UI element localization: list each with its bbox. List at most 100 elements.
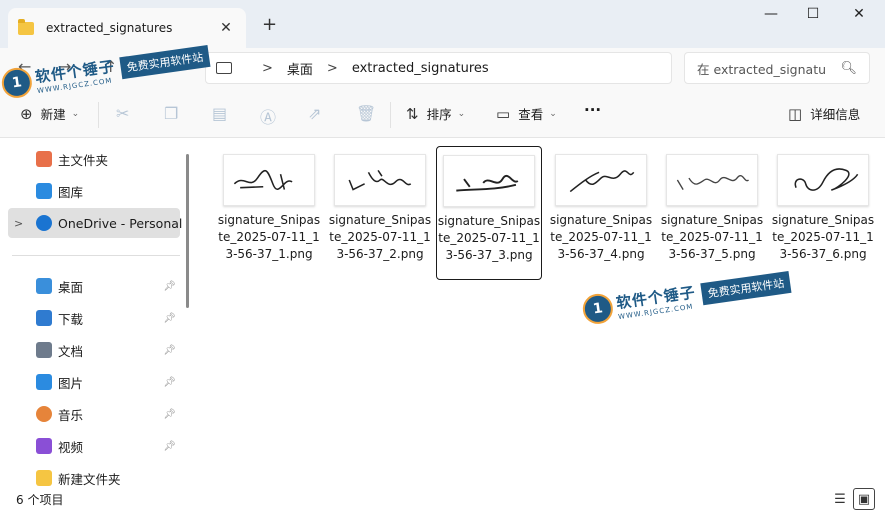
file-item[interactable]: signature_Snipaste_2025-07-11_13-56-37_6… xyxy=(770,146,876,280)
pictures-icon xyxy=(36,374,52,390)
chevron-down-icon: ⌄ xyxy=(549,108,557,119)
sidebar-item-music[interactable]: 音乐 📌︎ xyxy=(8,399,180,429)
gallery-icon xyxy=(36,183,52,199)
view-icon: ▭ xyxy=(496,104,511,123)
sidebar-item-label: 主文件夹 xyxy=(58,152,109,168)
address-input[interactable]: > 桌面 > extracted_signatures xyxy=(205,52,672,84)
thumbnail-view-button[interactable]: ▣ xyxy=(853,488,875,510)
search-input[interactable]: 在 extracted_signatu 🔍︎ xyxy=(684,52,870,84)
close-window-button[interactable]: ✕ xyxy=(839,6,879,28)
chevron-right-icon[interactable]: > xyxy=(14,217,23,230)
copy-icon[interactable]: ❐ xyxy=(164,104,178,123)
music-icon xyxy=(36,406,52,422)
pin-icon[interactable]: 📌︎ xyxy=(163,409,176,420)
file-list: signature_Snipaste_2025-07-11_13-56-37_1… xyxy=(196,138,885,488)
image-thumbnail xyxy=(777,154,869,206)
more-options-button[interactable]: ··· xyxy=(584,101,601,119)
pin-icon[interactable]: 📌︎ xyxy=(163,313,176,324)
paste-icon[interactable]: ▤ xyxy=(212,104,227,123)
file-name: signature_Snipaste_2025-07-11_13-56-37_2… xyxy=(328,213,432,261)
folder-icon xyxy=(36,470,52,486)
share-icon[interactable]: ⇗ xyxy=(308,104,321,123)
file-name: signature_Snipaste_2025-07-11_13-56-37_6… xyxy=(771,213,875,261)
folder-icon xyxy=(18,18,34,35)
breadcrumb-desktop[interactable]: 桌面 xyxy=(287,59,313,78)
breadcrumb-extracted-signatures[interactable]: extracted_signatures xyxy=(352,61,489,76)
sidebar-item-gallery[interactable]: 图库 xyxy=(8,176,180,206)
breadcrumb-separator: > xyxy=(262,60,273,76)
file-name: signature_Snipaste_2025-07-11_13-56-37_1… xyxy=(217,213,321,261)
add-icon: ⊕ xyxy=(20,104,33,123)
details-label: 详细信息 xyxy=(810,107,861,122)
details-pane-button[interactable]: ◫ 详细信息 xyxy=(788,104,860,123)
sort-label: 排序 xyxy=(426,107,452,122)
search-placeholder: 在 extracted_signatu xyxy=(697,61,827,77)
tab-close-icon[interactable]: ✕ xyxy=(216,20,236,36)
sidebar-divider xyxy=(12,255,180,256)
pin-icon[interactable]: 📌︎ xyxy=(163,377,176,388)
file-name: signature_Snipaste_2025-07-11_13-56-37_4… xyxy=(549,213,653,261)
file-name: signature_Snipaste_2025-07-11_13-56-37_5… xyxy=(660,213,764,261)
sidebar-item-label: OneDrive - Personal xyxy=(58,215,183,231)
minimize-button[interactable]: — xyxy=(751,6,791,28)
details-pane-icon: ◫ xyxy=(788,104,803,123)
breadcrumb-separator: > xyxy=(326,60,338,76)
rename-icon[interactable]: Ⓐ xyxy=(260,104,276,128)
sidebar-item-label: 文档 xyxy=(58,343,84,359)
sidebar-item-label: 新建文件夹 xyxy=(58,471,121,487)
image-thumbnail xyxy=(555,154,647,206)
desktop-icon xyxy=(36,278,52,294)
sidebar-item-home[interactable]: 主文件夹 xyxy=(8,144,180,174)
sidebar-item-pictures[interactable]: 图片 📌︎ xyxy=(8,367,180,397)
file-item[interactable]: signature_Snipaste_2025-07-11_13-56-37_2… xyxy=(327,146,433,280)
sort-button[interactable]: ⇅ 排序 ⌄ xyxy=(406,104,465,123)
details-view-button[interactable]: ☰ xyxy=(829,488,851,510)
image-thumbnail xyxy=(223,154,315,206)
pin-icon[interactable]: 📌︎ xyxy=(163,345,176,356)
new-tab-button[interactable]: + xyxy=(262,14,277,35)
search-icon: 🔍︎ xyxy=(840,60,857,76)
computer-icon xyxy=(216,62,232,74)
new-label: 新建 xyxy=(40,107,66,122)
chevron-down-icon: ⌄ xyxy=(457,108,466,119)
file-item[interactable]: signature_Snipaste_2025-07-11_13-56-37_5… xyxy=(659,146,765,280)
sidebar-item-onedrive[interactable]: > OneDrive - Personal xyxy=(8,208,183,238)
tab-title: extracted_signatures xyxy=(46,21,173,35)
maximize-button[interactable]: ☐ xyxy=(793,6,833,28)
sidebar-item-label: 视频 xyxy=(58,439,84,455)
sidebar-item-label: 下载 xyxy=(58,311,84,327)
chevron-down-icon: ⌄ xyxy=(71,108,80,119)
tab-extracted-signatures[interactable]: extracted_signatures ✕ xyxy=(8,8,246,48)
delete-icon[interactable]: 🗑︎ xyxy=(356,104,376,123)
sidebar-item-label: 桌面 xyxy=(58,279,84,295)
watermark-logo-icon: 1 xyxy=(580,291,615,326)
file-item[interactable]: signature_Snipaste_2025-07-11_13-56-37_4… xyxy=(548,146,654,280)
command-bar: ⊕ 新建 ⌄ ✂ ❐ ▤ Ⓐ ⇗ 🗑︎ ⇅ 排序 ⌄ ▭ 查看 ⌄ ··· ◫ … xyxy=(0,90,885,138)
view-button[interactable]: ▭ 查看 ⌄ xyxy=(496,104,557,123)
sidebar-item-videos[interactable]: 视频 📌︎ xyxy=(8,431,180,461)
cloud-icon xyxy=(36,215,52,231)
watermark-logo-icon: 1 xyxy=(0,65,34,100)
navigation-pane: 主文件夹 图库 > OneDrive - Personal 桌面 📌︎ 下载 📌… xyxy=(0,138,190,488)
home-icon xyxy=(36,151,52,167)
image-thumbnail xyxy=(334,154,426,206)
divider xyxy=(98,102,99,128)
sidebar-item-downloads[interactable]: 下载 📌︎ xyxy=(8,303,180,333)
pin-icon[interactable]: 📌︎ xyxy=(163,441,176,452)
sort-icon: ⇅ xyxy=(406,104,419,123)
sidebar-item-label: 图库 xyxy=(58,184,84,200)
file-item[interactable]: signature_Snipaste_2025-07-11_13-56-37_3… xyxy=(436,146,542,280)
item-count: 6 个项目 xyxy=(16,493,64,507)
status-bar: 6 个项目 ☰ ▣ xyxy=(0,488,885,513)
file-name: signature_Snipaste_2025-07-11_13-56-37_3… xyxy=(437,214,541,262)
document-icon xyxy=(36,342,52,358)
pin-icon[interactable]: 📌︎ xyxy=(163,281,176,292)
title-bar: extracted_signatures ✕ + — ☐ ✕ xyxy=(0,0,885,48)
sidebar-scrollbar[interactable] xyxy=(186,154,189,308)
sidebar-item-label: 音乐 xyxy=(58,407,84,423)
file-item[interactable]: signature_Snipaste_2025-07-11_13-56-37_1… xyxy=(216,146,322,280)
sidebar-item-desktop[interactable]: 桌面 📌︎ xyxy=(8,271,180,301)
new-button[interactable]: ⊕ 新建 ⌄ xyxy=(20,104,79,123)
cut-icon[interactable]: ✂ xyxy=(116,104,129,123)
sidebar-item-documents[interactable]: 文档 📌︎ xyxy=(8,335,180,365)
